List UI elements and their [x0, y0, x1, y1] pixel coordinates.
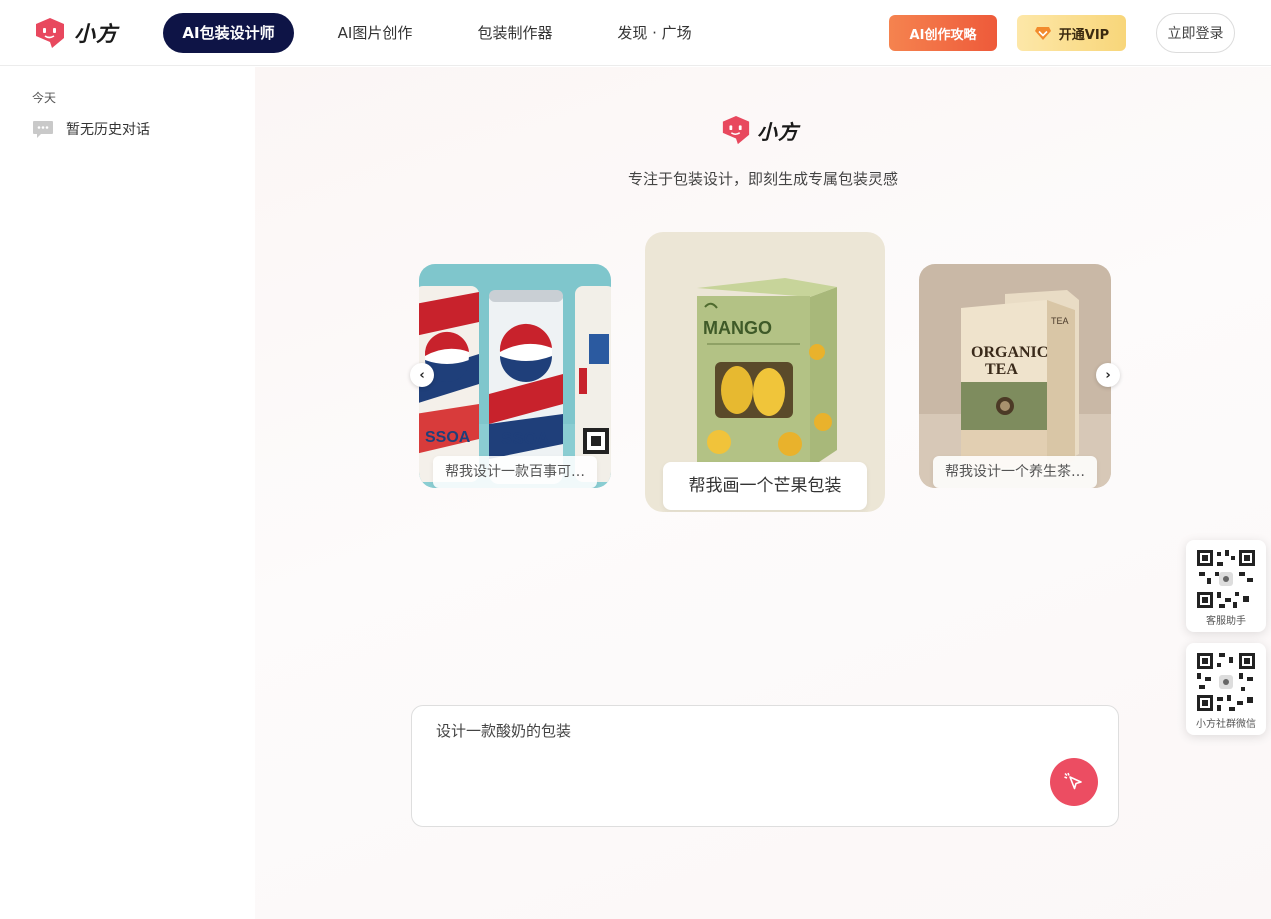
soda-cans-image: SSOA SSOA	[419, 264, 611, 488]
vip-label: 开通VIP	[1058, 27, 1110, 43]
ai-guide-button[interactable]: AI创作攻略	[889, 15, 997, 51]
example-card-tea[interactable]: ORGANIC TEA TEA 帮我设计一个养生茶包装	[919, 264, 1111, 488]
prompt-input[interactable]	[436, 720, 1036, 780]
example-card-soda-caption: 帮我设计一款百事可乐的包装	[433, 456, 597, 488]
send-button[interactable]	[1050, 758, 1098, 806]
history-sidebar: 今天 暂无历史对话	[0, 67, 255, 919]
chevron-right-icon: ›	[1105, 367, 1111, 383]
chat-bubble-icon	[33, 120, 53, 138]
tab-discover-plaza[interactable]: 发现 · 广场	[603, 13, 706, 53]
login-label: 立即登录	[1167, 26, 1224, 42]
svg-text:SSOA: SSOA	[501, 429, 549, 448]
ai-guide-label: AI创作攻略	[909, 27, 977, 43]
vip-button[interactable]: 开通VIP	[1017, 15, 1126, 51]
svg-text:MANGO: MANGO	[703, 318, 772, 338]
qr-code-icon	[1195, 651, 1257, 713]
customer-service-qr-card[interactable]: 客服助手	[1186, 540, 1266, 632]
empty-history-label: 暂无历史对话	[66, 122, 150, 138]
tab-ai-packaging-designer[interactable]: AI包装设计师	[163, 13, 294, 53]
example-card-soda[interactable]: SSOA SSOA 帮我设计一款百事可乐的	[419, 264, 611, 488]
top-header: 小方 AI包装设计师 AI图片创作 包装制作器 发现 · 广场 AI创作攻略 开…	[0, 0, 1271, 66]
qr-code-icon	[1195, 548, 1257, 610]
robot-logo-icon	[722, 115, 750, 145]
empty-history-item: 暂无历史对话	[32, 119, 150, 139]
hero-logo: 小方	[721, 113, 799, 147]
brand-name: 小方	[74, 22, 118, 46]
carousel-next-button[interactable]: ›	[1096, 363, 1120, 387]
tab-packaging-maker[interactable]: 包装制作器	[460, 13, 570, 53]
organic-tea-image: ORGANIC TEA TEA	[919, 264, 1111, 488]
customer-service-label: 客服助手	[1206, 616, 1246, 627]
robot-logo-icon	[36, 18, 64, 48]
main-area: 小方 专注于包装设计，即刻生成专属包装灵感 SSOA SSOA 帮我设计一款百事…	[255, 67, 1271, 919]
brand-logo[interactable]: 小方	[34, 16, 118, 50]
community-wechat-qr-card[interactable]: 小方社群微信	[1186, 643, 1266, 735]
community-wechat-label: 小方社群微信	[1196, 719, 1256, 730]
prompt-input-box	[411, 705, 1119, 827]
svg-text:TEA: TEA	[985, 361, 1018, 378]
carousel-prev-button[interactable]: ‹	[410, 363, 434, 387]
chevron-left-icon: ‹	[419, 367, 425, 383]
svg-text:SSOA: SSOA	[425, 429, 471, 446]
svg-text:ORGANIC: ORGANIC	[971, 344, 1048, 361]
example-card-mango-caption: 帮我画一个芒果包装	[663, 462, 867, 510]
svg-text:TEA: TEA	[1051, 316, 1069, 326]
login-button[interactable]: 立即登录	[1156, 13, 1235, 53]
cursor-send-icon	[1064, 772, 1082, 790]
diamond-icon	[1034, 26, 1051, 40]
example-card-mango[interactable]: MANGO 帮我画一个芒果包装	[645, 232, 885, 512]
tab-ai-image-creation[interactable]: AI图片创作	[320, 13, 430, 53]
tagline: 专注于包装设计，即刻生成专属包装灵感	[627, 170, 898, 188]
history-section-today: 今天	[32, 91, 57, 105]
hero-brand-name: 小方	[757, 119, 799, 144]
example-card-tea-caption: 帮我设计一个养生茶包装	[933, 456, 1097, 488]
